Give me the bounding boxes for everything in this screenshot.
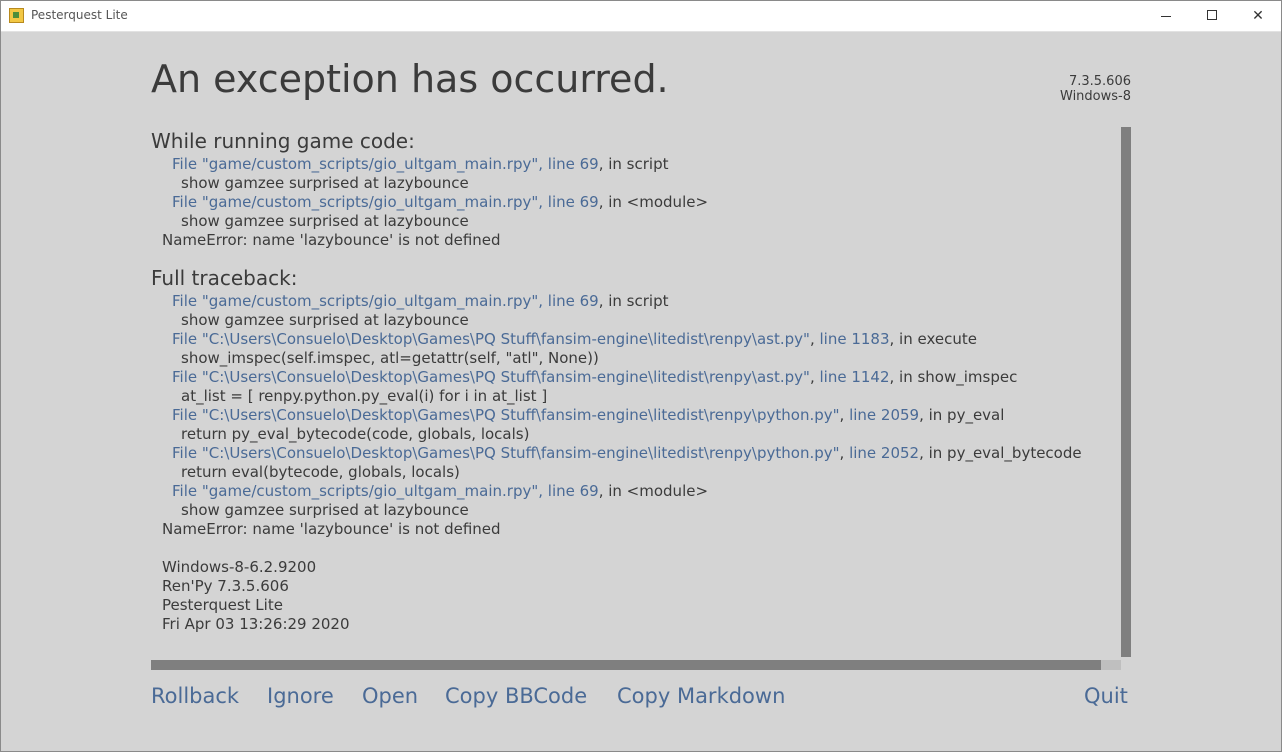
window-title: Pesterquest Lite — [31, 8, 128, 22]
system-info-line: Windows-8-6.2.9200 — [162, 558, 317, 576]
file-link[interactable]: File "C:\Users\Consuelo\Desktop\Games\PQ… — [172, 444, 840, 462]
page-title: An exception has occurred. — [151, 57, 669, 101]
rollback-button[interactable]: Rollback — [151, 684, 239, 708]
title-bar[interactable]: Pesterquest Lite ✕ — [1, 1, 1281, 32]
file-link[interactable]: File "game/custom_scripts/gio_ultgam_mai… — [172, 482, 599, 500]
traceback-code-line: show gamzee surprised at lazybounce — [181, 501, 469, 519]
vertical-scrollbar-thumb[interactable] — [1121, 127, 1131, 657]
line-link[interactable]: line 2052 — [849, 444, 919, 462]
file-separator: , — [839, 444, 850, 462]
error-message: NameError: name 'lazybounce' is not defi… — [162, 520, 501, 538]
traceback-file-line: File "game/custom_scripts/gio_ultgam_mai… — [151, 482, 1121, 501]
open-button[interactable]: Open — [362, 684, 418, 708]
minimize-icon — [1161, 16, 1171, 17]
traceback-file-line: File "C:\Users\Consuelo\Desktop\Games\PQ… — [151, 368, 1121, 387]
line-link[interactable]: line 1183 — [819, 330, 889, 348]
traceback-file-line: File "C:\Users\Consuelo\Desktop\Games\PQ… — [151, 444, 1121, 463]
file-context: , in <module> — [598, 482, 709, 500]
action-bar: Rollback Ignore Open Copy BBCode Copy Ma… — [1, 684, 1281, 714]
maximize-icon — [1207, 10, 1217, 20]
file-link[interactable]: File "game/custom_scripts/gio_ultgam_mai… — [172, 155, 599, 173]
full-traceback-heading: Full traceback: — [151, 266, 298, 290]
file-context: , in script — [598, 292, 669, 310]
traceback-file-line: File "C:\Users\Consuelo\Desktop\Games\PQ… — [151, 406, 1121, 425]
file-link[interactable]: File "C:\Users\Consuelo\Desktop\Games\PQ… — [172, 406, 840, 424]
traceback-file-line: File "game/custom_scripts/gio_ultgam_mai… — [151, 155, 1121, 174]
version-platform: Windows-8 — [1060, 89, 1131, 104]
traceback-code-line: return eval(bytecode, globals, locals) — [181, 463, 460, 481]
file-context: , in execute — [889, 330, 977, 348]
traceback-code-line: at_list = [ renpy.python.py_eval(i) for … — [181, 387, 548, 405]
file-context: , in script — [598, 155, 669, 173]
system-info-line: Pesterquest Lite — [162, 596, 283, 614]
line-link[interactable]: line 2059 — [849, 406, 919, 424]
system-info-line: Ren'Py 7.3.5.606 — [162, 577, 289, 595]
full-traceback: File "game/custom_scripts/gio_ultgam_mai… — [151, 292, 1121, 539]
file-link[interactable]: File "game/custom_scripts/gio_ultgam_mai… — [172, 292, 599, 310]
file-link[interactable]: File "game/custom_scripts/gio_ultgam_mai… — [172, 193, 599, 211]
exception-screen: An exception has occurred. 7.3.5.606 Win… — [1, 32, 1281, 751]
traceback-code-line: return py_eval_bytecode(code, globals, l… — [181, 425, 530, 443]
traceback-code-line: show gamzee surprised at lazybounce — [181, 311, 469, 329]
app-icon — [9, 8, 24, 23]
file-link[interactable]: File "C:\Users\Consuelo\Desktop\Games\PQ… — [172, 330, 810, 348]
traceback-code-line: show gamzee surprised at lazybounce — [181, 212, 469, 230]
maximize-button[interactable] — [1189, 1, 1235, 31]
system-info-line: Fri Apr 03 13:26:29 2020 — [162, 615, 350, 633]
short-traceback: File "game/custom_scripts/gio_ultgam_mai… — [151, 155, 1121, 250]
file-context: , in py_eval — [919, 406, 1005, 424]
version-info: 7.3.5.606 Windows-8 — [961, 74, 1131, 104]
error-message: NameError: name 'lazybounce' is not defi… — [162, 231, 501, 249]
traceback-viewport[interactable]: While running game code: File "game/cust… — [151, 127, 1121, 657]
file-context: , in show_imspec — [889, 368, 1018, 386]
traceback-file-line: File "C:\Users\Consuelo\Desktop\Games\PQ… — [151, 330, 1121, 349]
close-button[interactable]: ✕ — [1235, 1, 1281, 31]
file-context: , in <module> — [598, 193, 709, 211]
line-link[interactable]: line 1142 — [819, 368, 889, 386]
app-window: Pesterquest Lite ✕ An exception has occu… — [0, 0, 1282, 752]
short-traceback-heading: While running game code: — [151, 129, 415, 153]
traceback-file-line: File "game/custom_scripts/gio_ultgam_mai… — [151, 292, 1121, 311]
file-context: , in py_eval_bytecode — [919, 444, 1082, 462]
quit-button[interactable]: Quit — [1084, 684, 1128, 708]
traceback-file-line: File "game/custom_scripts/gio_ultgam_mai… — [151, 193, 1121, 212]
copy-bbcode-button[interactable]: Copy BBCode — [445, 684, 587, 708]
ignore-button[interactable]: Ignore — [267, 684, 334, 708]
horizontal-scrollbar-thumb[interactable] — [151, 660, 1101, 670]
traceback-code-line: show gamzee surprised at lazybounce — [181, 174, 469, 192]
traceback-code-line: show_imspec(self.imspec, atl=getattr(sel… — [181, 349, 599, 367]
file-link[interactable]: File "C:\Users\Consuelo\Desktop\Games\PQ… — [172, 368, 810, 386]
version-number: 7.3.5.606 — [1068, 74, 1131, 89]
copy-markdown-button[interactable]: Copy Markdown — [617, 684, 785, 708]
system-info: Windows-8-6.2.9200 Ren'Py 7.3.5.606 Pester… — [151, 558, 1121, 634]
file-separator: , — [839, 406, 850, 424]
minimize-button[interactable] — [1143, 1, 1189, 31]
close-icon: ✕ — [1252, 8, 1264, 24]
